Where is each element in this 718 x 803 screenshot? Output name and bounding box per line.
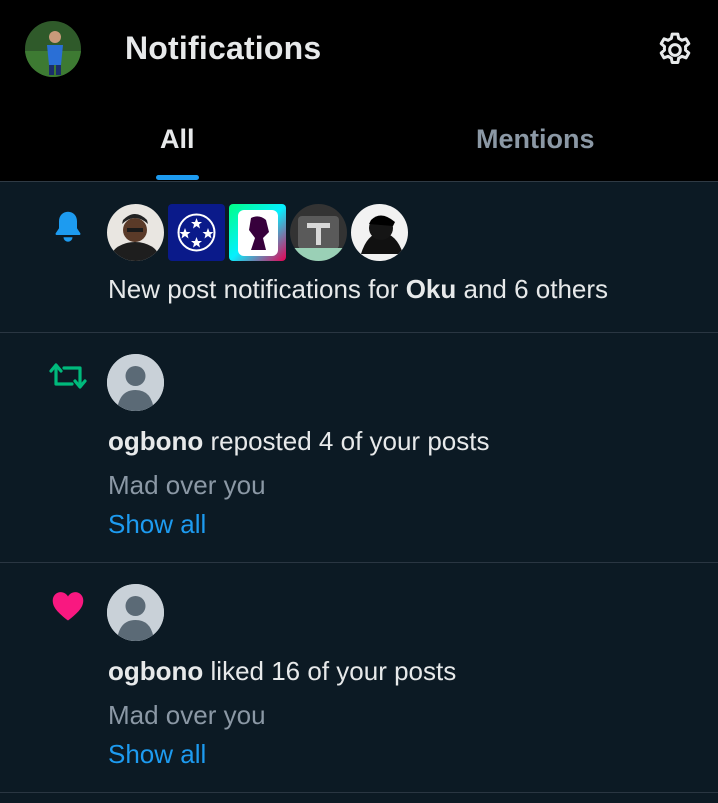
notification-item[interactable]: ogbono reposted 4 of your posts Mad over… [0,333,718,563]
notification-action: reposted 4 of your posts [203,426,490,456]
post-preview[interactable]: Mad over you [108,700,266,731]
show-all-link[interactable]: Show all [108,509,206,540]
tab-mentions[interactable]: Mentions [476,124,595,155]
bell-icon [50,207,86,245]
active-tab-indicator [156,175,199,180]
notification-text: ogbono liked 16 of your posts [108,656,456,687]
notification-action: liked 16 of your posts [203,656,457,686]
notification-item[interactable]: ogbono liked 16 of your posts Mad over y… [0,563,718,793]
notification-item[interactable]: New post notifications for Oku and 6 oth… [0,182,718,333]
show-all-link[interactable]: Show all [108,739,206,770]
repost-icon [48,360,88,392]
avatar[interactable] [107,354,164,411]
notification-suffix: and 6 others [456,274,609,304]
notification-prefix: New post notifications for [108,274,406,304]
notification-user-name[interactable]: ogbono [108,656,203,686]
profile-avatar[interactable] [25,21,81,77]
notification-user-name[interactable]: ogbono [108,426,203,456]
heart-icon [50,590,86,622]
notification-user-name[interactable]: Oku [406,274,457,304]
avatar[interactable] [168,204,225,261]
avatar[interactable] [229,204,286,261]
notification-text: New post notifications for Oku and 6 oth… [108,274,608,305]
page-title: Notifications [125,30,322,66]
post-preview[interactable]: Mad over you [108,470,266,501]
avatar[interactable] [107,584,164,641]
notification-text: ogbono reposted 4 of your posts [108,426,489,457]
avatar[interactable] [290,204,347,261]
avatar[interactable] [351,204,408,261]
header: Notifications All Mentions [0,0,718,182]
tab-all[interactable]: All [160,124,195,155]
avatar[interactable] [107,204,164,261]
settings-gear-icon[interactable] [655,30,695,70]
